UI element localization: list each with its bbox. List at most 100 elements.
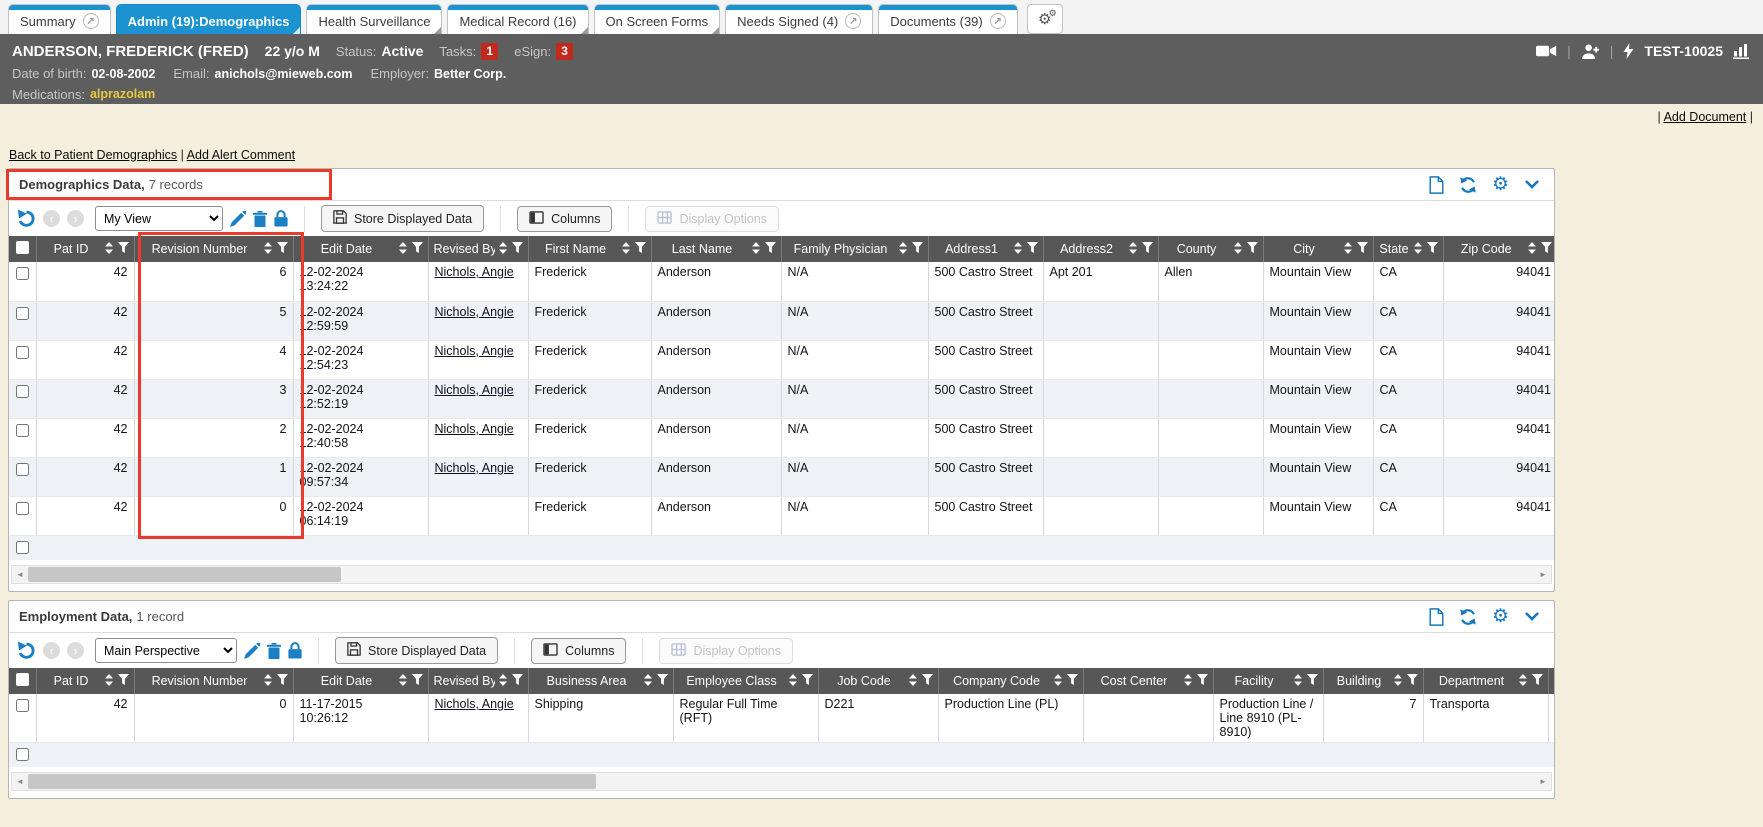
- table-row[interactable]: 42 6 12-02-2024 13:24:22 Nichols, Angie …: [9, 262, 1555, 301]
- filter-funnel-icon[interactable]: [1407, 674, 1418, 688]
- filter-funnel-icon[interactable]: [912, 242, 923, 256]
- column-header[interactable]: Address1: [928, 236, 1043, 262]
- new-row-checkbox[interactable]: [16, 748, 29, 761]
- store-displayed-data-button[interactable]: Store Displayed Data: [335, 637, 498, 664]
- filter-funnel-icon[interactable]: [802, 674, 813, 688]
- filter-funnel-icon[interactable]: [118, 242, 129, 256]
- new-row-checkbox[interactable]: [16, 541, 29, 554]
- filter-funnel-icon[interactable]: [922, 674, 933, 688]
- column-header[interactable]: Employee Class: [673, 668, 818, 694]
- filter-funnel-icon[interactable]: [635, 242, 646, 256]
- sort-icon[interactable]: [264, 242, 272, 257]
- column-header[interactable]: Pat ID: [36, 236, 134, 262]
- column-header[interactable]: First Name: [528, 236, 651, 262]
- filter-funnel-icon[interactable]: [1197, 674, 1208, 688]
- sort-icon[interactable]: [1294, 674, 1302, 689]
- filter-funnel-icon[interactable]: [118, 674, 129, 688]
- column-header[interactable]: Revision Number: [134, 236, 293, 262]
- video-call-icon[interactable]: [1536, 44, 1557, 58]
- column-header[interactable]: Revision Number: [134, 668, 293, 694]
- delete-view-trash-icon[interactable]: [267, 643, 281, 659]
- select-all-header[interactable]: [9, 668, 36, 694]
- column-header[interactable]: Revised By: [428, 236, 528, 262]
- row-checkbox[interactable]: [16, 502, 29, 515]
- column-header[interactable]: Revised By: [428, 668, 528, 694]
- column-header[interactable]: Cost Center: [1083, 668, 1213, 694]
- refresh-icon[interactable]: [1459, 608, 1477, 626]
- sort-icon[interactable]: [899, 242, 907, 257]
- sort-icon[interactable]: [499, 242, 507, 257]
- refresh-icon[interactable]: [1459, 176, 1477, 194]
- table-row[interactable]: 42 0 12-02-2024 06:14:19 Frederick Ander…: [9, 496, 1555, 535]
- filter-funnel-icon[interactable]: [1427, 242, 1438, 256]
- column-header[interactable]: Family Physician: [781, 236, 928, 262]
- view-select[interactable]: My View: [95, 206, 223, 231]
- open-in-new-icon[interactable]: ↗: [845, 13, 861, 29]
- chart-tab[interactable]: On Screen Forms ↗: [594, 4, 721, 34]
- sort-icon[interactable]: [644, 674, 652, 689]
- filter-funnel-icon[interactable]: [1142, 242, 1153, 256]
- column-header[interactable]: Building: [1323, 668, 1423, 694]
- medications-value[interactable]: alprazolam: [90, 87, 155, 101]
- sort-icon[interactable]: [499, 674, 507, 689]
- table-row[interactable]: 42 2 12-02-2024 12:40:58 Nichols, Angie …: [9, 418, 1555, 457]
- column-header[interactable]: Pat ID: [36, 668, 134, 694]
- row-checkbox[interactable]: [16, 346, 29, 359]
- column-header[interactable]: H: [1548, 668, 1555, 694]
- filter-funnel-icon[interactable]: [1307, 674, 1318, 688]
- filter-funnel-icon[interactable]: [512, 242, 523, 256]
- filter-funnel-icon[interactable]: [277, 674, 288, 688]
- revised-by-link[interactable]: Nichols, Angie: [435, 344, 514, 358]
- add-alert-comment-link[interactable]: Add Alert Comment: [187, 148, 295, 162]
- column-header[interactable]: Address2: [1043, 236, 1158, 262]
- open-in-new-icon[interactable]: ↗: [83, 13, 99, 29]
- filter-funnel-icon[interactable]: [765, 242, 776, 256]
- chart-tab[interactable]: Needs Signed (4) ↗: [725, 4, 873, 34]
- scrollbar-thumb[interactable]: [28, 774, 596, 789]
- column-header[interactable]: Last Name: [651, 236, 781, 262]
- chart-tab[interactable]: Documents (39) ↗: [878, 4, 1017, 34]
- scroll-right-arrow-icon[interactable]: ►: [1535, 566, 1551, 583]
- sort-icon[interactable]: [1129, 242, 1137, 257]
- sort-icon[interactable]: [1054, 674, 1062, 689]
- edit-view-pencil-icon[interactable]: [244, 643, 260, 659]
- esign-count-badge[interactable]: 3: [556, 43, 573, 60]
- sort-icon[interactable]: [789, 674, 797, 689]
- quick-action-lightning-icon[interactable]: [1623, 43, 1634, 59]
- scrollbar-thumb[interactable]: [28, 567, 341, 582]
- revised-by-link[interactable]: Nichols, Angie: [435, 422, 514, 436]
- edit-view-pencil-icon[interactable]: [230, 211, 246, 227]
- chart-tab[interactable]: Summary ↗: [8, 4, 111, 34]
- panel-settings-gear-icon[interactable]: ⚙: [1492, 608, 1509, 626]
- lock-view-icon[interactable]: [288, 642, 302, 659]
- select-all-header[interactable]: [9, 236, 36, 262]
- table-row[interactable]: 42 4 12-02-2024 12:54:23 Nichols, Angie …: [9, 340, 1555, 379]
- sort-icon[interactable]: [264, 674, 272, 689]
- filter-funnel-icon[interactable]: [412, 242, 423, 256]
- column-header[interactable]: Department: [1423, 668, 1548, 694]
- row-checkbox[interactable]: [16, 307, 29, 320]
- column-header[interactable]: Edit Date: [293, 668, 428, 694]
- sort-icon[interactable]: [1344, 242, 1352, 257]
- column-header[interactable]: Edit Date: [293, 236, 428, 262]
- sort-icon[interactable]: [1014, 242, 1022, 257]
- sort-icon[interactable]: [622, 242, 630, 257]
- column-header[interactable]: City: [1263, 236, 1373, 262]
- row-checkbox[interactable]: [16, 267, 29, 280]
- column-header[interactable]: Facility: [1213, 668, 1323, 694]
- row-checkbox[interactable]: [16, 385, 29, 398]
- scroll-left-arrow-icon[interactable]: ◄: [12, 773, 28, 790]
- delete-view-trash-icon[interactable]: [253, 211, 267, 227]
- column-header[interactable]: County: [1158, 236, 1263, 262]
- filter-funnel-icon[interactable]: [1247, 242, 1258, 256]
- demographics-horizontal-scrollbar[interactable]: ◄ ►: [11, 565, 1552, 584]
- sort-icon[interactable]: [1414, 242, 1422, 257]
- collapse-chevron-down-icon[interactable]: [1524, 611, 1540, 622]
- sort-icon[interactable]: [1234, 242, 1242, 257]
- sort-icon[interactable]: [105, 674, 113, 689]
- revised-by-link[interactable]: Nichols, Angie: [435, 383, 514, 397]
- open-in-new-icon[interactable]: ↗: [990, 13, 1006, 29]
- column-header[interactable]: Company Code: [938, 668, 1083, 694]
- select-all-checkbox[interactable]: [16, 241, 29, 254]
- filter-funnel-icon[interactable]: [412, 674, 423, 688]
